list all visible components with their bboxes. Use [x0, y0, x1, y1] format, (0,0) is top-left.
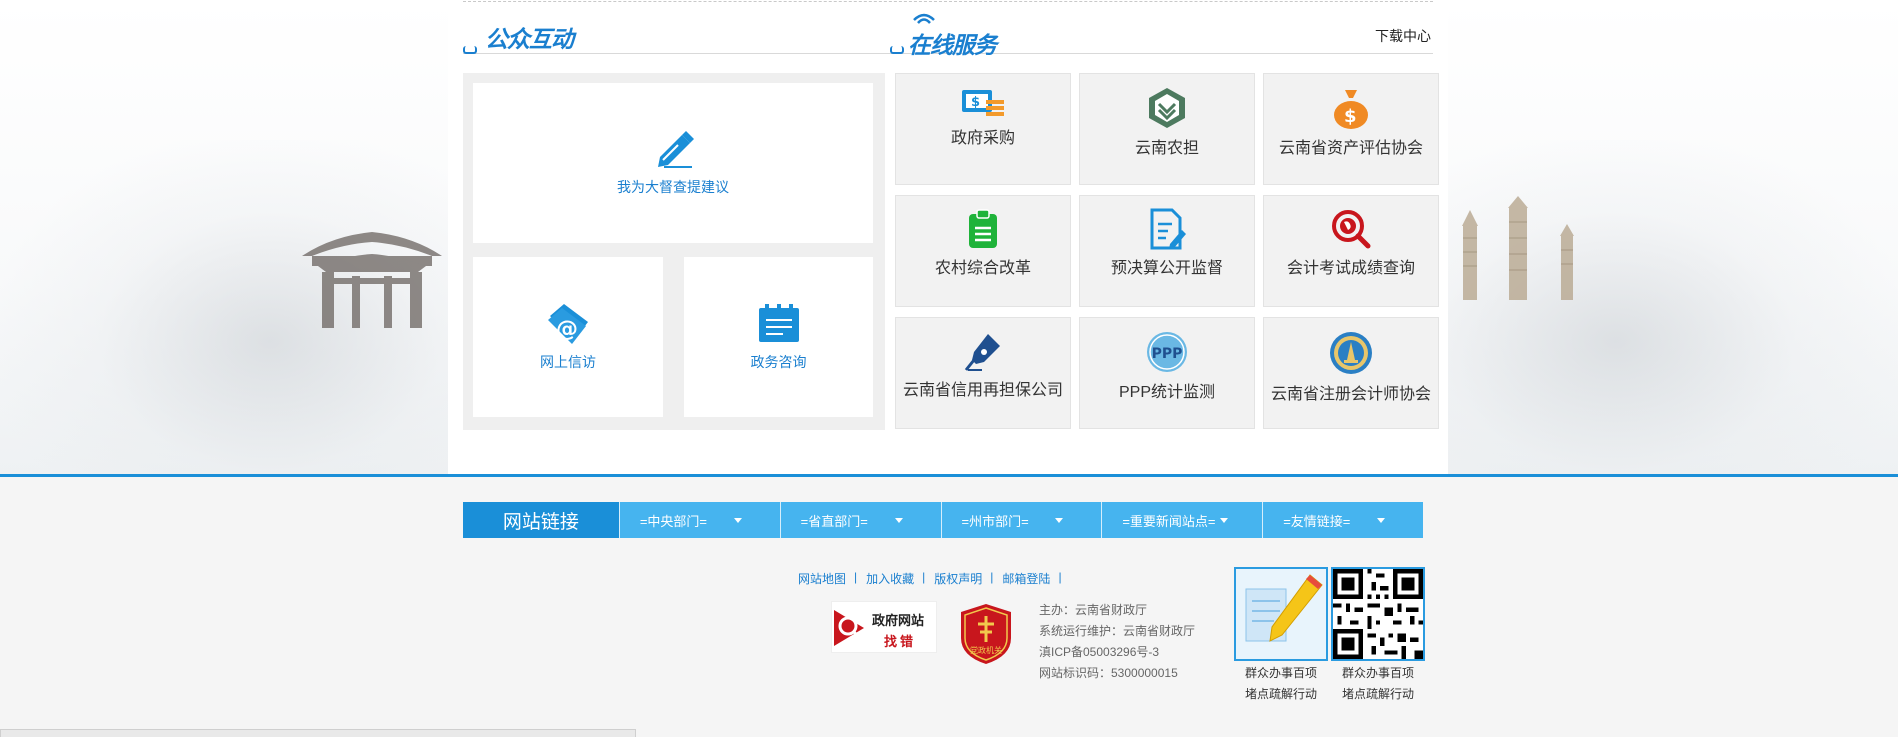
- select-label: =州市部门=: [961, 513, 1029, 529]
- clipboard-icon: [969, 209, 997, 248]
- svg-text:$: $: [1344, 106, 1357, 127]
- document-edit-icon: [1150, 208, 1186, 250]
- nav-separator: |: [1058, 570, 1062, 584]
- news-sites-select[interactable]: =重要新闻站点=: [1101, 502, 1263, 538]
- government-consult-card[interactable]: 政务咨询: [684, 257, 873, 417]
- online-services-header: 在线服务 下载中心: [890, 12, 1433, 59]
- money-bag-icon: $: [1334, 90, 1368, 129]
- online-petition-label: 网上信访: [540, 354, 596, 370]
- fountain-pen-icon: [964, 334, 1000, 371]
- footer-nav: 网站地图 | 加入收藏 | 版权声明 | 邮箱登陆 |: [798, 570, 1071, 587]
- header-mark-icon: [890, 46, 904, 54]
- central-departments-select[interactable]: =中央部门=: [618, 502, 780, 538]
- party-government-badge[interactable]: 党政机关: [959, 602, 1013, 666]
- online-petition-card[interactable]: @ 网上信访: [473, 257, 663, 417]
- friendly-links-select[interactable]: =友情链接=: [1262, 502, 1424, 538]
- header-mark-icon: [463, 46, 477, 54]
- mailbox-login-link[interactable]: 邮箱登陆: [1002, 570, 1050, 587]
- qr-caption: 群众办事百项 堵点疏解行动: [1341, 666, 1414, 701]
- pencil-icon: [1236, 569, 1326, 659]
- service-label: 预决算公开监督: [1110, 260, 1223, 277]
- chevron-down-icon: [1377, 518, 1386, 523]
- service-accounting-exam[interactable]: 会计考试成绩查询: [1263, 195, 1439, 307]
- supervision-suggestion-card[interactable]: 我为大督查提建议: [473, 83, 873, 243]
- service-label: 农村综合改革: [934, 260, 1031, 277]
- chevron-down-icon: [894, 518, 903, 523]
- service-rural-reform[interactable]: 农村综合改革: [895, 195, 1071, 307]
- service-label: 云南省注册会计师协会: [1270, 386, 1431, 403]
- pen-write-icon: [658, 131, 694, 168]
- globe-search-icon: [1332, 210, 1371, 249]
- agri-guarantee-icon: [1149, 88, 1185, 128]
- pencil-illustration: [1234, 567, 1328, 661]
- provincial-departments-select[interactable]: =省直部门=: [779, 502, 941, 538]
- chevron-down-icon: [1220, 518, 1229, 523]
- service-label: 云南农担: [1134, 140, 1199, 157]
- procurement-icon: $: [962, 90, 1004, 116]
- service-asset-appraisal[interactable]: $ 云南省资产评估协会: [1263, 73, 1439, 185]
- service-agri-guarantee[interactable]: 云南农担: [1079, 73, 1255, 185]
- nav-separator: |: [922, 570, 926, 584]
- public-interaction-header: 公众互动: [463, 12, 890, 54]
- government-consult-label: 政务咨询: [750, 354, 807, 370]
- mist-right: [1428, 140, 1898, 476]
- service-ppp-monitoring[interactable]: PPP PPP统计监测: [1079, 317, 1255, 429]
- online-services-title: 在线服务: [908, 33, 997, 59]
- select-label: =中央部门=: [639, 513, 707, 529]
- campaign-caption: 群众办事百项 堵点疏解行动: [1244, 666, 1317, 701]
- public-interaction-box: 我为大督查提建议 @ 网上信访 政务咨询: [463, 73, 885, 430]
- qr-code-card[interactable]: 群众办事百项 堵点疏解行动: [1331, 567, 1425, 705]
- sponsor-text: 主办：云南省财政厅: [1039, 603, 1148, 617]
- cpa-emblem-icon: [1330, 332, 1372, 374]
- site-info: 主办：云南省财政厅 系统运行维护：云南省财政厅 滇ICP备05003296号-3…: [1039, 600, 1195, 684]
- service-label: 云南省信用再担保公司: [902, 382, 1063, 399]
- service-label: 云南省资产评估协会: [1278, 140, 1423, 157]
- find-error-line1: 政府网站: [872, 613, 925, 628]
- select-label: =省直部门=: [800, 513, 868, 529]
- copyright-link[interactable]: 版权声明: [934, 570, 982, 587]
- service-campaign-card[interactable]: 群众办事百项 堵点疏解行动: [1234, 567, 1328, 705]
- ppp-icon: PPP: [1147, 332, 1187, 372]
- sitemap-link[interactable]: 网站地图: [798, 570, 846, 587]
- download-center-link[interactable]: 下载中心: [1375, 26, 1431, 46]
- add-favorite-link[interactable]: 加入收藏: [866, 570, 914, 587]
- icp-text: 滇ICP备05003296号-3: [1039, 645, 1160, 659]
- section-divider: [0, 474, 1898, 477]
- service-credit-reguarantee[interactable]: 云南省信用再担保公司: [895, 317, 1071, 429]
- select-label: =重要新闻站点=: [1122, 513, 1216, 529]
- nav-separator: |: [854, 570, 858, 584]
- nav-separator: |: [990, 570, 994, 584]
- find-error-line2: 找错: [884, 634, 917, 649]
- prefecture-departments-select[interactable]: =州市部门=: [940, 502, 1102, 538]
- browser-status-bar: [0, 729, 636, 737]
- select-label: =友情链接=: [1283, 513, 1351, 529]
- party-badge-text: 党政机关: [970, 645, 1002, 655]
- memorial-archway-image: [302, 232, 442, 328]
- supervision-suggestion-label: 我为大督查提建议: [617, 179, 729, 195]
- pagodas-image: [1462, 196, 1574, 300]
- ppp-badge-text: PPP: [1152, 346, 1183, 362]
- service-label: 会计考试成绩查询: [1286, 260, 1415, 277]
- service-procurement[interactable]: $ 政府采购: [895, 73, 1071, 185]
- site-id-text: 网站标识码：5300000015: [1039, 666, 1178, 680]
- service-cpa-association[interactable]: 云南省注册会计师协会: [1263, 317, 1439, 429]
- maintenance-text: 系统运行维护：云南省财政厅: [1039, 624, 1196, 638]
- website-links-title: 网站链接: [463, 502, 619, 538]
- website-links-bar: 网站链接 =中央部门= =省直部门= =州市部门= =重要新闻站点= =友情链接…: [463, 502, 1424, 538]
- chevron-down-icon: [733, 518, 742, 523]
- qr-code-image: [1331, 567, 1425, 661]
- service-label: PPP统计监测: [1118, 384, 1216, 401]
- qr-code-icon: [1333, 569, 1423, 659]
- service-label: 政府采购: [950, 130, 1015, 147]
- calendar-notes-icon: [758, 304, 799, 342]
- service-budget-supervision[interactable]: 预决算公开监督: [1079, 195, 1255, 307]
- chevron-down-icon: [1055, 518, 1064, 523]
- svg-text:$: $: [971, 95, 980, 110]
- email-at-icon: @: [548, 304, 588, 344]
- top-divider: [463, 1, 1433, 2]
- svg-text:@: @: [556, 317, 578, 342]
- find-error-badge[interactable]: 政府网站 找错: [831, 601, 937, 653]
- public-interaction-title: 公众互动: [485, 27, 574, 53]
- magnifier-icon: [834, 610, 864, 646]
